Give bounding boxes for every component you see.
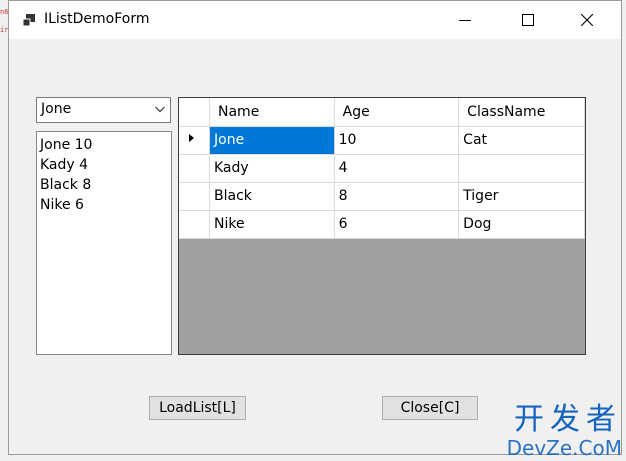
grid-cell-classname[interactable]: Tiger bbox=[458, 182, 585, 211]
grid-cell-age[interactable]: 6 bbox=[334, 210, 460, 239]
pets-listbox[interactable]: Jone 10 Kady 4 Black 8 Nike 6 bbox=[36, 131, 172, 355]
load-list-button[interactable]: LoadList[L] bbox=[149, 396, 246, 420]
watermark: 开发者 DevZe.CoM bbox=[506, 402, 622, 460]
grid-cell-classname[interactable] bbox=[458, 154, 585, 183]
row-header[interactable] bbox=[179, 154, 210, 183]
table-row[interactable]: Nike 6 Dog bbox=[179, 210, 585, 239]
watermark-en: DevZe.CoM bbox=[506, 436, 622, 460]
grid-cell-name[interactable]: Nike bbox=[209, 210, 335, 239]
grid-cell-name[interactable]: Jone bbox=[209, 126, 335, 155]
data-grid[interactable]: Name Age ClassName Jone 10 Cat Kady 4 Bl… bbox=[178, 97, 586, 355]
grid-cell-name[interactable]: Kady bbox=[209, 154, 335, 183]
maximize-icon bbox=[522, 14, 534, 26]
minimize-icon bbox=[459, 20, 471, 21]
close-window-button[interactable] bbox=[564, 1, 610, 39]
close-button[interactable]: Close[C] bbox=[382, 396, 478, 420]
main-window: IListDemoForm Jone Jone 10 Kady 4 Black … bbox=[8, 0, 622, 455]
grid-cell-classname[interactable]: Cat bbox=[458, 126, 585, 155]
grid-cell-classname[interactable]: Dog bbox=[458, 210, 585, 239]
grid-cell-age[interactable]: 4 bbox=[334, 154, 460, 183]
triangle-right-icon bbox=[189, 134, 194, 142]
row-header[interactable] bbox=[179, 182, 210, 211]
maximize-button[interactable] bbox=[505, 1, 551, 39]
list-item[interactable]: Jone 10 bbox=[40, 135, 171, 155]
list-item[interactable]: Black 8 bbox=[40, 175, 171, 195]
grid-table: Name Age ClassName Jone 10 Cat Kady 4 Bl… bbox=[179, 98, 585, 239]
grid-cell-age[interactable]: 10 bbox=[334, 126, 460, 155]
minimize-button[interactable] bbox=[442, 1, 488, 39]
name-combobox[interactable]: Jone bbox=[36, 97, 171, 123]
list-item[interactable]: Nike 6 bbox=[40, 195, 171, 215]
column-header-age[interactable]: Age bbox=[334, 98, 460, 127]
window-title: IListDemoForm bbox=[44, 11, 150, 27]
row-header[interactable] bbox=[179, 126, 210, 155]
table-row[interactable]: Black 8 Tiger bbox=[179, 182, 585, 211]
table-row[interactable]: Kady 4 bbox=[179, 154, 585, 183]
chevron-down-icon[interactable] bbox=[155, 106, 165, 113]
column-header-classname[interactable]: ClassName bbox=[458, 98, 585, 127]
app-window-icon bbox=[22, 14, 35, 27]
title-bar[interactable]: IListDemoForm bbox=[9, 1, 621, 39]
grid-header-row: Name Age ClassName bbox=[179, 98, 585, 127]
table-row[interactable]: Jone 10 Cat bbox=[179, 126, 585, 155]
close-icon bbox=[581, 14, 593, 26]
grid-cell-name[interactable]: Black bbox=[209, 182, 335, 211]
list-item[interactable]: Kady 4 bbox=[40, 155, 171, 175]
row-header[interactable] bbox=[179, 210, 210, 239]
combobox-selected-value: Jone bbox=[41, 101, 72, 117]
grid-corner-header[interactable] bbox=[179, 98, 210, 127]
grid-cell-age[interactable]: 8 bbox=[334, 182, 460, 211]
column-header-name[interactable]: Name bbox=[209, 98, 335, 127]
watermark-cn: 开发者 bbox=[514, 402, 622, 437]
